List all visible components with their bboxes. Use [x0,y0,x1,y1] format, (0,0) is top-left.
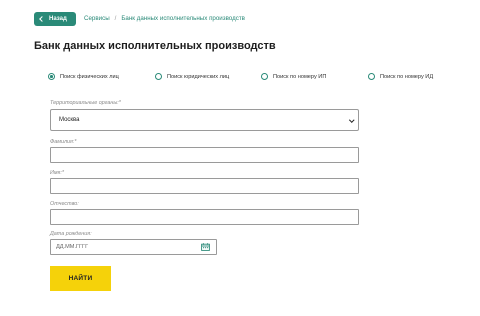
breadcrumb-item-current[interactable]: Банк данных исполнительных производств [121,15,245,22]
radio-ip-number[interactable]: Поиск по номеру ИП [261,73,368,80]
radio-selected-icon [48,73,55,80]
region-select-value: Москва [59,117,80,123]
radio-unselected-icon [261,73,268,80]
first-name-label: Имя:* [50,170,65,176]
last-name-input[interactable] [50,147,359,163]
patronymic-input[interactable] [50,209,359,225]
radio-individuals[interactable]: Поиск физических лиц [48,73,155,80]
region-select[interactable]: Москва [50,109,359,131]
birth-date-input[interactable]: ДД.ММ.ГГГГ [50,239,217,255]
chevron-left-icon [39,16,45,22]
radio-unselected-icon [155,73,162,80]
patronymic-label: Отчество: [50,201,79,207]
radio-label: Поиск юридических лиц [167,73,230,80]
radio-label: Поиск по номеру ИД [380,73,434,80]
chevron-down-icon [348,117,354,123]
birth-date-placeholder: ДД.ММ.ГГГГ [56,244,89,250]
first-name-input[interactable] [50,178,359,194]
birth-date-label: Дата рождения: [50,231,92,237]
radio-unselected-icon [368,73,375,80]
breadcrumb-item-services[interactable]: Сервисы [84,15,110,22]
search-type-radio-group: Поиск физических лиц Поиск юридических л… [48,73,468,80]
back-button-label: Назад [49,16,67,22]
radio-legal-entities[interactable]: Поиск юридических лиц [155,73,261,80]
radio-label: Поиск по номеру ИП [273,73,327,80]
page-title: Банк данных исполнительных производств [34,40,276,52]
last-name-label: Фамилия:* [50,139,77,145]
region-label: Территориальные органы:* [50,100,121,106]
radio-label: Поиск физических лиц [60,73,119,80]
breadcrumb-separator: / [114,15,117,22]
radio-id-number[interactable]: Поиск по номеру ИД [368,73,433,80]
back-button[interactable]: Назад [34,12,76,26]
breadcrumb: Сервисы / Банк данных исполнительных про… [84,15,245,22]
calendar-icon[interactable] [201,243,210,251]
search-submit-button[interactable]: НАЙТИ [50,266,111,291]
